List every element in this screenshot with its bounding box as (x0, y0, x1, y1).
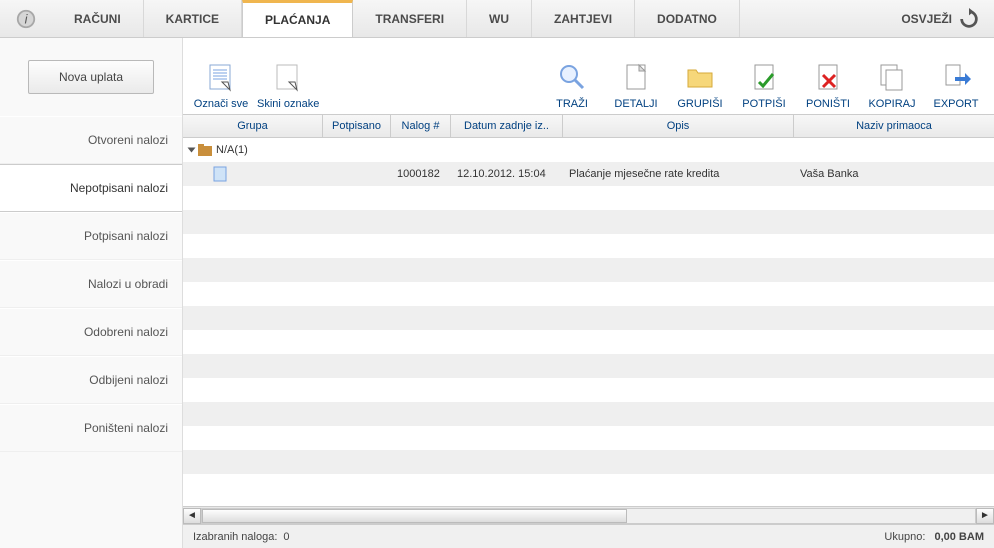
scroll-track[interactable] (201, 508, 976, 524)
cancel-icon (811, 60, 845, 94)
details-button[interactable]: DETALJI (608, 60, 664, 110)
grid-body: N/A(1) 1000182 (183, 138, 994, 506)
cell-datum: 12.10.2012. 15:04 (451, 168, 563, 180)
cancel-label: PONIŠTI (806, 98, 850, 110)
sidebar-item-odbijeni[interactable]: Odbijeni nalozi (0, 356, 182, 404)
group-label: N/A(1) (216, 144, 248, 156)
group-label: GRUPIŠI (677, 98, 722, 110)
main-tabs: RAČUNI KARTICE PLAĆANJA TRANSFERI WU ZAH… (52, 0, 893, 37)
cell-naziv: Vaša Banka (794, 168, 994, 180)
search-button[interactable]: TRAŽI (544, 60, 600, 110)
details-label: DETALJI (614, 98, 657, 110)
copy-icon (875, 60, 909, 94)
sidebar-item-nepotpisani[interactable]: Nepotpisani nalozi (0, 164, 182, 212)
export-icon (939, 60, 973, 94)
main-panel: Označi sve Skini oznake TRAŽI DETALJI (183, 38, 994, 548)
deselect-all-label: Skini oznake (257, 98, 319, 110)
selected-count: 0 (283, 531, 289, 543)
sidebar-item-ponisteni[interactable]: Poništeni nalozi (0, 404, 182, 452)
document-icon (213, 166, 227, 182)
refresh-icon (958, 8, 980, 30)
group-button[interactable]: GRUPIŠI (672, 60, 728, 110)
expand-icon[interactable] (188, 148, 196, 153)
grid-header: Grupa Potpisano Nalog # Datum zadnje iz.… (183, 114, 994, 138)
copy-button[interactable]: KOPIRAJ (864, 60, 920, 110)
group-row[interactable]: N/A(1) (183, 138, 994, 162)
refresh-label: OSVJEŽI (901, 12, 952, 26)
info-icon[interactable]: i (14, 7, 38, 31)
search-label: TRAŽI (556, 98, 588, 110)
col-header-datum[interactable]: Datum zadnje iz.. (451, 115, 563, 137)
sidebar-item-uobradi[interactable]: Nalozi u obradi (0, 260, 182, 308)
col-header-grupa[interactable]: Grupa (183, 115, 323, 137)
scroll-left-arrow[interactable]: ◄ (183, 508, 201, 524)
sidebar: Nova uplata Otvoreni nalozi Nepotpisani … (0, 38, 183, 548)
select-all-button[interactable]: Označi sve (193, 60, 249, 110)
tab-zahtjevi[interactable]: ZAHTJEVI (532, 0, 635, 37)
tab-transferi[interactable]: TRANSFERI (353, 0, 467, 37)
selected-label: Izabranih naloga: (193, 531, 277, 543)
sidebar-item-odobreni[interactable]: Odobreni nalozi (0, 308, 182, 356)
cell-nalog: 1000182 (391, 168, 451, 180)
col-header-potpisano[interactable]: Potpisano (323, 115, 391, 137)
tab-dodatno[interactable]: DODATNO (635, 0, 740, 37)
refresh-button[interactable]: OSVJEŽI (893, 8, 988, 30)
scroll-thumb[interactable] (202, 509, 627, 523)
select-all-icon (204, 60, 238, 94)
tab-kartice[interactable]: KARTICE (144, 0, 242, 37)
sign-button[interactable]: POTPIŠI (736, 60, 792, 110)
select-all-label: Označi sve (194, 98, 248, 110)
folder-icon (683, 60, 717, 94)
details-icon (619, 60, 653, 94)
sidebar-item-otvoreni[interactable]: Otvoreni nalozi (0, 116, 182, 164)
sign-icon (747, 60, 781, 94)
new-payment-button[interactable]: Nova uplata (28, 60, 154, 94)
sign-label: POTPIŠI (742, 98, 785, 110)
cell-opis: Plaćanje mjesečne rate kredita (563, 168, 794, 180)
search-icon (555, 60, 589, 94)
table-row[interactable]: 1000182 12.10.2012. 15:04 Plaćanje mjese… (183, 162, 994, 186)
top-navigation: i RAČUNI KARTICE PLAĆANJA TRANSFERI WU Z… (0, 0, 994, 38)
total-label: Ukupno: (884, 531, 925, 543)
horizontal-scrollbar[interactable]: ◄ ► (183, 506, 994, 524)
col-header-nalog[interactable]: Nalog # (391, 115, 451, 137)
col-header-opis[interactable]: Opis (563, 115, 794, 137)
scroll-right-arrow[interactable]: ► (976, 508, 994, 524)
deselect-all-button[interactable]: Skini oznake (257, 60, 319, 110)
tab-wu[interactable]: WU (467, 0, 532, 37)
tab-racuni[interactable]: RAČUNI (52, 0, 144, 37)
export-label: EXPORT (933, 98, 978, 110)
export-button[interactable]: EXPORT (928, 60, 984, 110)
toolbar: Označi sve Skini oznake TRAŽI DETALJI (183, 38, 994, 114)
deselect-all-icon (271, 60, 305, 94)
tab-placanja[interactable]: PLAĆANJA (242, 0, 353, 37)
group-folder-icon (198, 144, 212, 156)
copy-label: KOPIRAJ (868, 98, 915, 110)
status-bar: Izabranih naloga: 0 Ukupno: 0,00 BAM (183, 524, 994, 548)
total-value: 0,00 BAM (934, 531, 984, 543)
sidebar-item-potpisani[interactable]: Potpisani nalozi (0, 212, 182, 260)
col-header-naziv[interactable]: Naziv primaoca (794, 115, 994, 137)
cancel-button[interactable]: PONIŠTI (800, 60, 856, 110)
